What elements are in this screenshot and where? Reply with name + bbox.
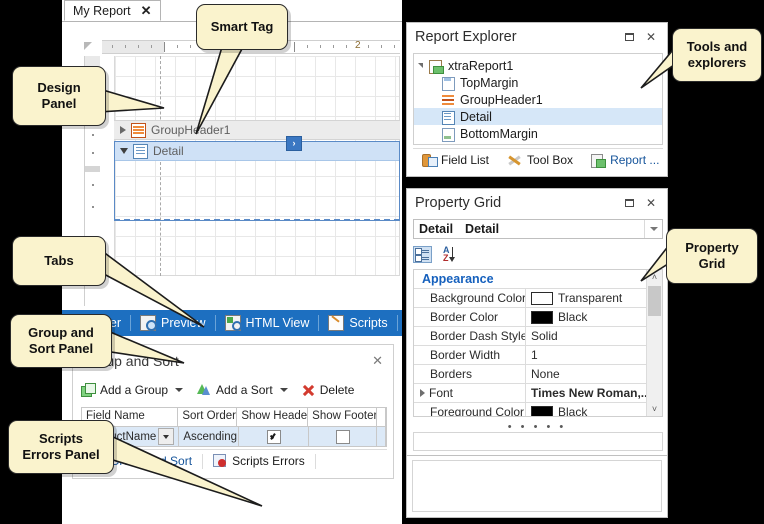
callout-tabs: Tabs [12,236,106,286]
callout-pointers [0,0,764,524]
callout-smart-tag: Smart Tag [196,4,288,50]
callout-tools-and-explorers: Tools and explorers [672,28,762,82]
callout-group-and-sort-panel: Group and Sort Panel [10,314,112,368]
callout-design-panel: Design Panel [12,66,106,126]
callout-scripts-errors-panel: Scripts Errors Panel [8,420,114,474]
screenshot-root: My Report ✕ 2 GroupHeader1 Detail › Prev… [0,0,764,524]
callout-property-grid: Property Grid [666,228,758,284]
